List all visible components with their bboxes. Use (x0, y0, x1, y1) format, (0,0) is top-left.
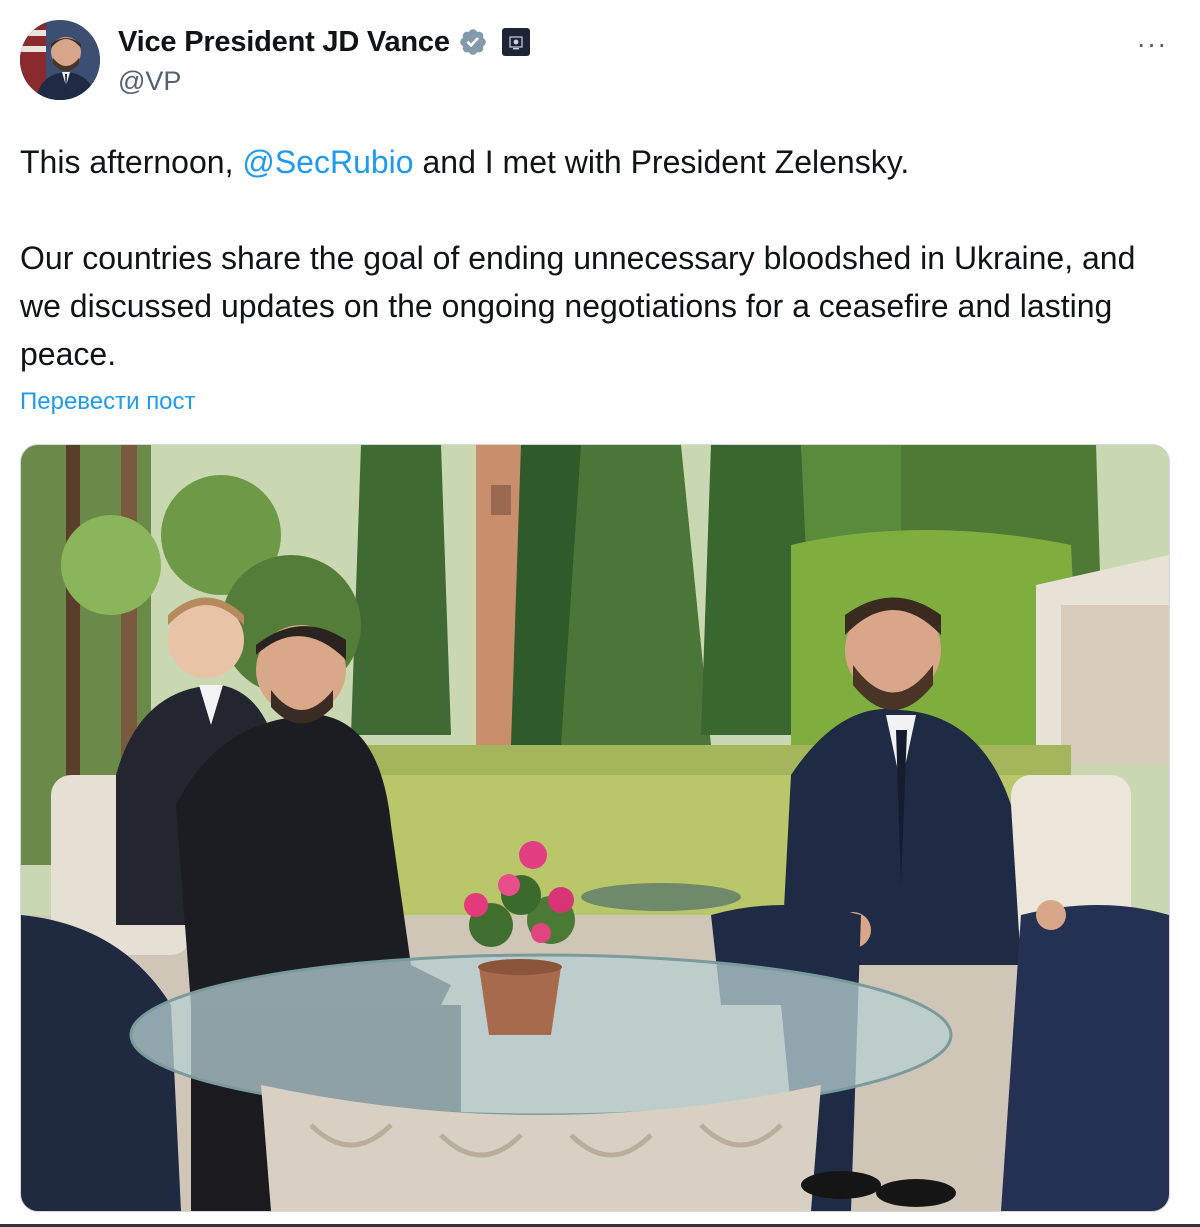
author-handle[interactable]: @VP (118, 66, 181, 97)
post-line-1: This afternoon, @SecRubio and I met with… (20, 138, 1180, 186)
post: Vice President JD Vance @VP ··· This aft… (0, 0, 1200, 1227)
avatar-image (20, 20, 100, 100)
more-options-button[interactable]: ··· (1124, 24, 1180, 64)
meeting-photo-image (21, 445, 1169, 1211)
avatar[interactable] (20, 20, 100, 100)
post-text-rest: and I met with President Zelensky. (413, 144, 910, 180)
author-display-name[interactable]: Vice President JD Vance (118, 26, 450, 59)
post-photo[interactable] (20, 444, 1170, 1212)
mention-link[interactable]: @SecRubio (242, 144, 413, 180)
post-text: This afternoon, @SecRubio and I met with… (20, 138, 1180, 378)
verified-badge-icon[interactable] (458, 27, 488, 57)
post-text-intro: This afternoon, (20, 144, 243, 180)
translate-post-link[interactable]: Перевести пост (20, 388, 196, 416)
author-name-row: Vice President JD Vance (118, 22, 530, 62)
post-paragraph-2: Our countries share the goal of ending u… (20, 240, 1136, 372)
government-affiliation-icon[interactable] (501, 28, 530, 56)
more-icon: ··· (1136, 28, 1168, 59)
